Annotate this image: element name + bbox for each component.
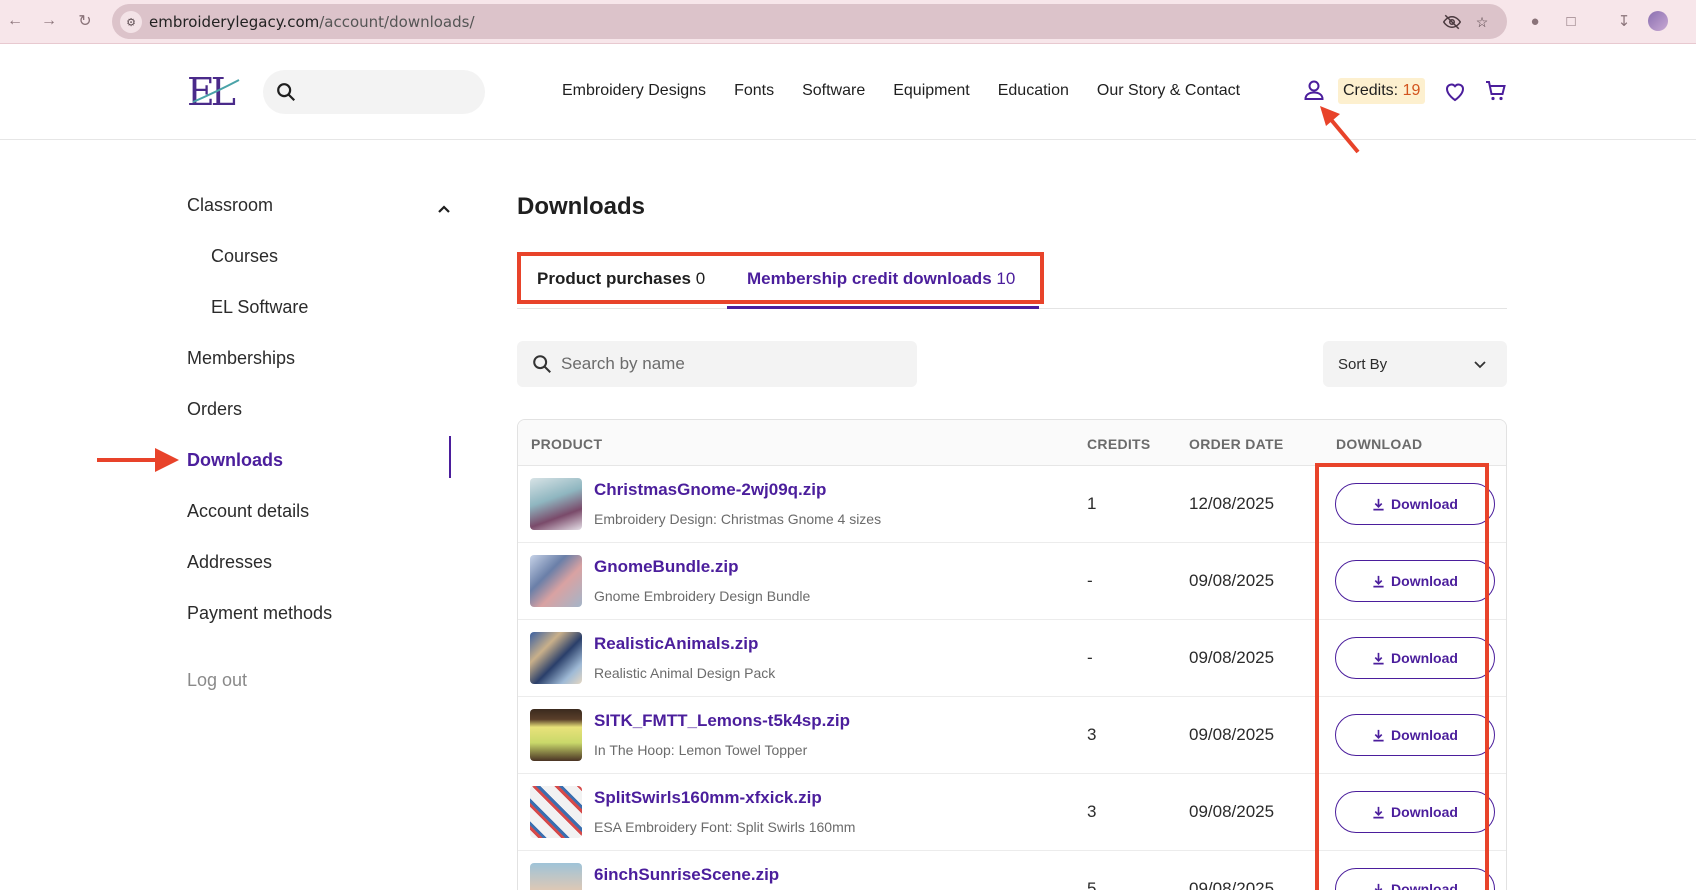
- reload-icon[interactable]: ↻: [74, 10, 96, 32]
- product-thumbnail: [530, 478, 582, 530]
- credits-cell: 3: [1087, 725, 1097, 744]
- url-text[interactable]: embroiderylegacy.com/account/downloads/: [149, 13, 475, 31]
- credits-cell: -: [1087, 648, 1093, 667]
- browser-toolbar: ← → ↻ ⚙ embroiderylegacy.com/account/dow…: [0, 0, 1696, 44]
- bookmark-star-icon[interactable]: ☆: [1472, 12, 1492, 32]
- credits-cell: 5: [1087, 879, 1097, 890]
- sort-by-label: Sort By: [1338, 356, 1388, 373]
- sidebar-item-payment-methods[interactable]: Payment methods: [187, 603, 332, 624]
- product-name-link[interactable]: SplitSwirls160mm-xfxick.zip: [594, 788, 822, 808]
- sidebar-item-classroom[interactable]: Classroom: [187, 195, 273, 216]
- profile-avatar[interactable]: [1648, 11, 1668, 31]
- order-date-cell: 09/08/2025: [1189, 802, 1275, 821]
- order-date-cell: 12/08/2025: [1189, 494, 1275, 513]
- page-title: Downloads: [517, 193, 646, 220]
- annotation-arrow-user: [1320, 106, 1360, 154]
- forward-icon[interactable]: →: [38, 10, 60, 32]
- annotation-arrow-downloads: [97, 448, 179, 472]
- nav-equipment[interactable]: Equipment: [893, 82, 970, 100]
- site-header: EL Embroidery Designs Fonts Software Equ…: [0, 44, 1696, 140]
- site-settings-icon[interactable]: ⚙: [120, 11, 142, 33]
- wishlist-heart-icon[interactable]: [1443, 79, 1467, 103]
- annotation-box-tabs: [517, 252, 1044, 304]
- product-name-link[interactable]: ChristmasGnome-2wj09q.zip: [594, 480, 826, 500]
- sidebar-item-log-out[interactable]: Log out: [187, 670, 247, 691]
- active-tab-indicator: [727, 306, 1039, 309]
- product-name-link[interactable]: GnomeBundle.zip: [594, 557, 739, 577]
- product-name-link[interactable]: SITK_FMTT_Lemons-t5k4sp.zip: [594, 711, 850, 731]
- product-name-link[interactable]: RealisticAnimals.zip: [594, 634, 758, 654]
- product-description: Realistic Animal Design Pack: [594, 665, 776, 681]
- downloads-icon[interactable]: ↧: [1613, 10, 1635, 32]
- product-description: Gnome Embroidery Design Bundle: [594, 588, 811, 604]
- nav-embroidery-designs[interactable]: Embroidery Designs: [562, 82, 706, 100]
- search-icon: [277, 83, 296, 102]
- account-user-icon[interactable]: [1302, 78, 1326, 102]
- product-description: In The Hoop: Lemon Towel Topper: [594, 742, 808, 758]
- sidebar-item-courses[interactable]: Courses: [211, 246, 278, 267]
- sidebar-item-orders[interactable]: Orders: [187, 399, 242, 420]
- sidebar-item-memberships[interactable]: Memberships: [187, 348, 295, 369]
- product-description: ESA Embroidery Font: Split Swirls 160mm: [594, 819, 856, 835]
- nav-education[interactable]: Education: [998, 82, 1069, 100]
- column-header-download: DOWNLOAD: [1336, 436, 1423, 452]
- search-icon: [533, 355, 551, 373]
- header-search-input[interactable]: [263, 70, 485, 114]
- chevron-down-icon: [1474, 361, 1486, 369]
- sidebar-item-account-details[interactable]: Account details: [187, 501, 309, 522]
- product-thumbnail: [530, 786, 582, 838]
- sidebar-item-el-software[interactable]: EL Software: [211, 297, 308, 318]
- credits-label: Credits:: [1343, 82, 1399, 99]
- nav-software[interactable]: Software: [802, 82, 865, 100]
- sidebar-item-downloads[interactable]: Downloads: [187, 450, 283, 471]
- product-thumbnail: [530, 863, 582, 890]
- credits-cell: 3: [1087, 802, 1097, 821]
- main-nav: Embroidery Designs Fonts Software Equipm…: [562, 82, 1268, 100]
- order-date-cell: 09/08/2025: [1189, 648, 1275, 667]
- product-name-link[interactable]: 6inchSunriseScene.zip: [594, 865, 779, 885]
- extension-g-icon[interactable]: ●: [1524, 10, 1546, 32]
- eye-off-icon[interactable]: [1442, 12, 1462, 32]
- annotation-box-download-column: [1315, 463, 1489, 890]
- nav-our-story-contact[interactable]: Our Story & Contact: [1097, 82, 1240, 100]
- url-domain: embroiderylegacy.com: [149, 13, 320, 31]
- product-thumbnail: [530, 709, 582, 761]
- product-thumbnail: [530, 555, 582, 607]
- site-logo[interactable]: EL: [187, 72, 243, 112]
- credits-value: 19: [1402, 82, 1421, 99]
- chevron-up-icon[interactable]: [437, 202, 451, 216]
- address-bar[interactable]: ⚙ embroiderylegacy.com/account/downloads…: [112, 4, 1507, 39]
- extensions-puzzle-icon[interactable]: □: [1560, 10, 1582, 32]
- order-date-cell: 09/08/2025: [1189, 879, 1275, 890]
- downloads-search-input[interactable]: [561, 341, 901, 387]
- url-path: /account/downloads/: [319, 13, 475, 31]
- credits-cell: 1: [1087, 494, 1097, 513]
- column-header-order-date: ORDER DATE: [1189, 436, 1284, 452]
- downloads-search[interactable]: [517, 341, 917, 387]
- column-header-credits: CREDITS: [1087, 436, 1151, 452]
- credits-cell: -: [1087, 571, 1093, 590]
- column-header-product: PRODUCT: [531, 436, 603, 452]
- back-icon[interactable]: ←: [4, 10, 26, 32]
- order-date-cell: 09/08/2025: [1189, 725, 1275, 744]
- sort-by-dropdown[interactable]: Sort By: [1323, 341, 1507, 387]
- cart-icon[interactable]: [1484, 79, 1508, 103]
- product-thumbnail: [530, 632, 582, 684]
- logo-swoosh-icon: [192, 79, 240, 103]
- sidebar-active-indicator: [449, 436, 451, 478]
- order-date-cell: 09/08/2025: [1189, 571, 1275, 590]
- sidebar-item-addresses[interactable]: Addresses: [187, 552, 272, 573]
- credits-badge[interactable]: Credits: 19: [1338, 78, 1426, 104]
- table-header: PRODUCT CREDITS ORDER DATE DOWNLOAD: [518, 420, 1506, 466]
- product-description: Embroidery Design: Christmas Gnome 4 siz…: [594, 511, 882, 527]
- nav-fonts[interactable]: Fonts: [734, 82, 774, 100]
